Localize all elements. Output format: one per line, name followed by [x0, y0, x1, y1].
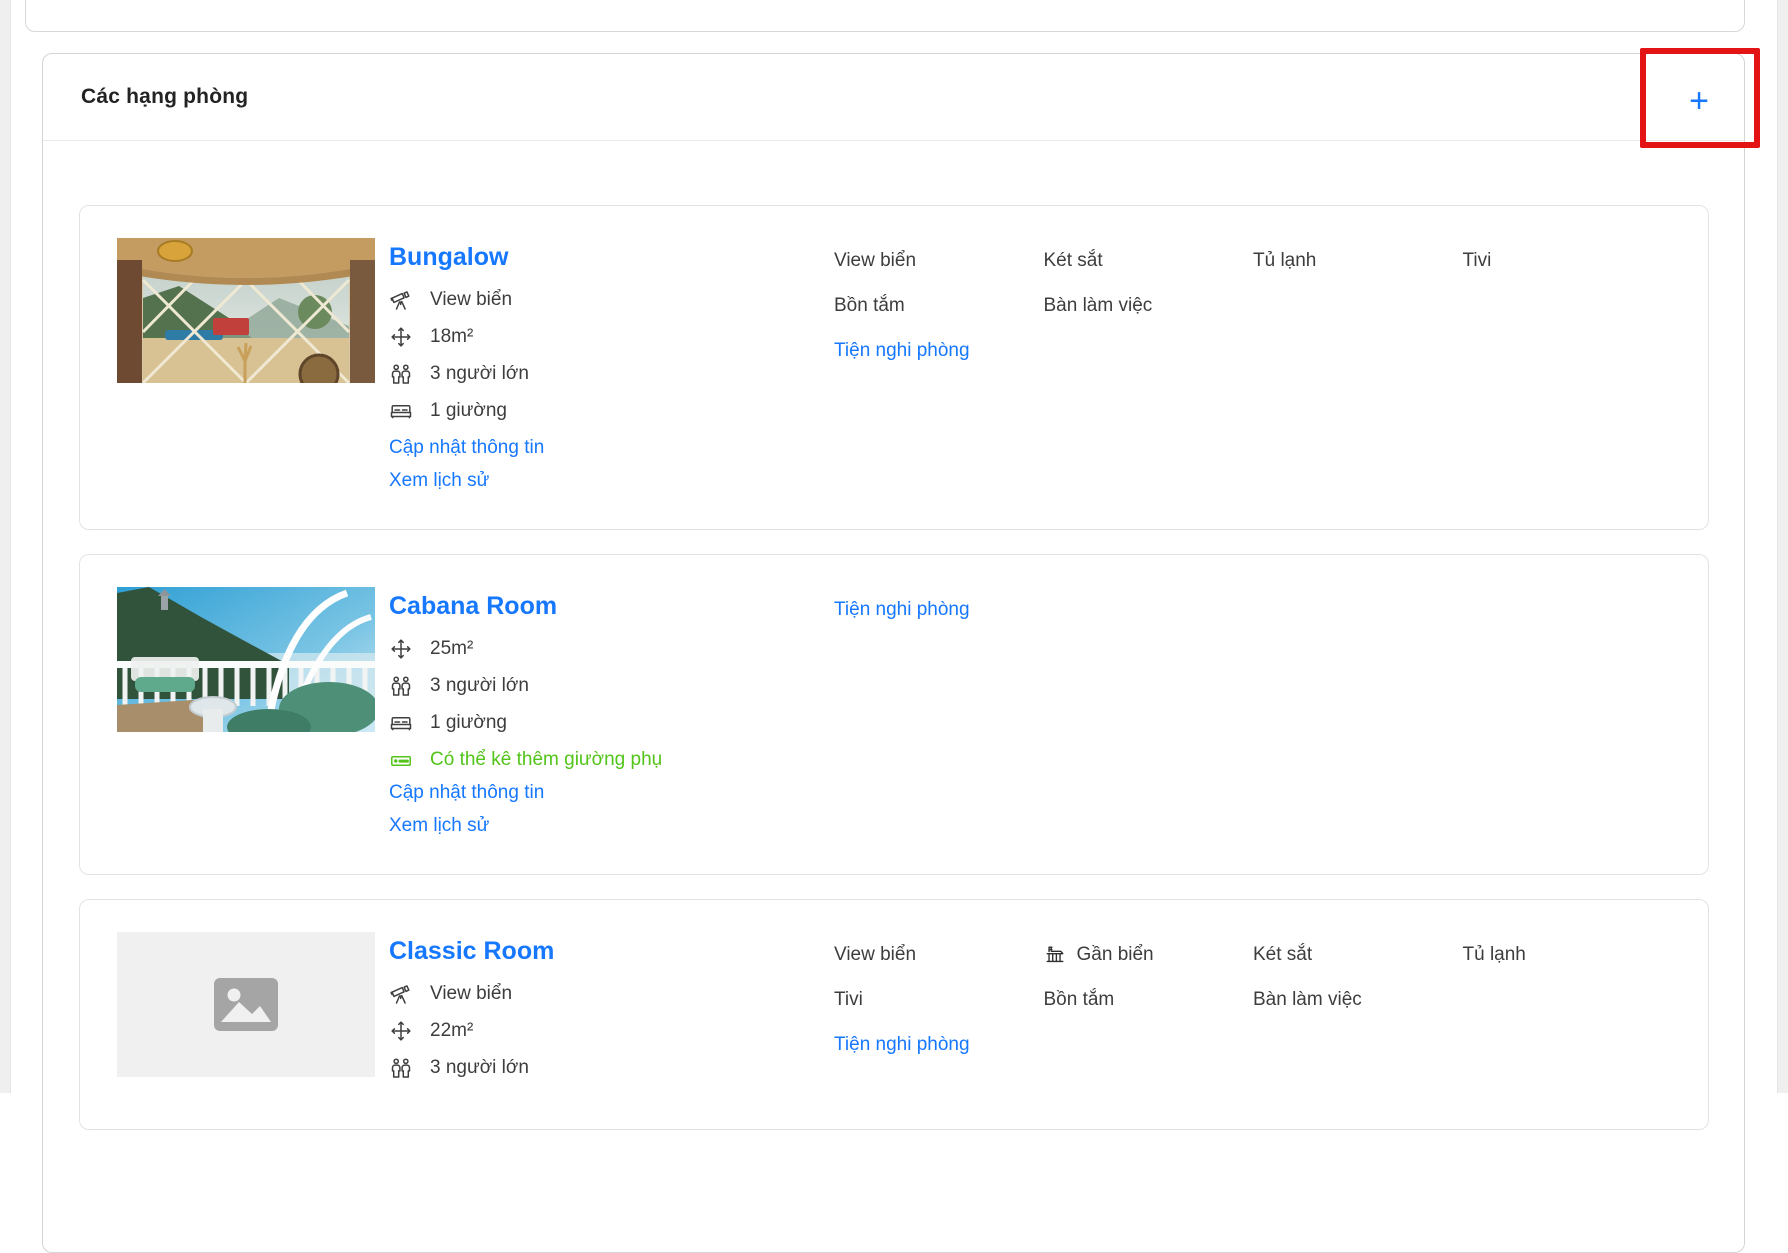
extra-bed-note: Có thể kê thêm giường phụ	[389, 748, 834, 772]
amenities-grid: View biển Két sắt Tủ lạnh Tivi Bồn tắm B…	[834, 238, 1672, 364]
room-card-cabana: Cabana Room 25m² 3 người lớn 1 giường Có…	[79, 554, 1709, 875]
room-feature-size: 25m²	[389, 637, 834, 661]
room-feature-view: View biển	[389, 982, 834, 1006]
room-amenities-link[interactable]: Tiện nghi phòng	[834, 338, 970, 364]
amenity-item: Bồn tắm	[1043, 989, 1115, 1010]
beach-icon	[1044, 944, 1068, 966]
extra-bed-label: Có thể kê thêm giường phụ	[430, 749, 663, 770]
room-card-bungalow: Bungalow View biển 18m² 3 người lớn 1 gi…	[79, 205, 1709, 530]
people-icon	[389, 1056, 415, 1080]
view-history-link[interactable]: Xem lịch sử	[389, 469, 489, 493]
bungalow-room-photo	[117, 238, 375, 383]
room-card-classic: Classic Room View biển 22m² 3 người lớn …	[79, 899, 1709, 1130]
amenities-grid: View biển Gần biển Két sắt Tủ lạnh Tivi …	[834, 932, 1672, 1058]
panel-header: Các hạng phòng +	[43, 54, 1744, 141]
amenity-item: View biển	[834, 250, 917, 271]
amenity-item: Gần biển	[1044, 942, 1254, 968]
room-name-link[interactable]: Classic Room	[389, 936, 554, 966]
feature-label: 3 người lớn	[430, 675, 529, 696]
amenity-item: Tủ lạnh	[1462, 944, 1526, 965]
room-feature-size: 18m²	[389, 325, 834, 349]
resize-icon	[389, 325, 415, 349]
telescope-icon	[389, 982, 415, 1006]
add-room-type-button[interactable]: +	[1677, 79, 1721, 123]
amenity-item: Bồn tắm	[834, 295, 905, 316]
room-feature-size: 22m²	[389, 1019, 834, 1043]
feature-label: 3 người lớn	[430, 363, 529, 384]
room-types-panel: Các hạng phòng + Bungalow View biển 18m²…	[42, 53, 1745, 1253]
update-info-link[interactable]: Cập nhật thông tin	[389, 436, 544, 460]
room-feature-capacity: 3 người lớn	[389, 1056, 834, 1080]
resize-icon	[389, 637, 415, 661]
room-feature-capacity: 3 người lớn	[389, 674, 834, 698]
feature-label: View biển	[430, 289, 513, 310]
extra-bed-icon	[389, 748, 415, 772]
feature-label: 3 người lớn	[430, 1057, 529, 1078]
plus-icon: +	[1689, 82, 1709, 120]
room-amenities-link[interactable]: Tiện nghi phòng	[834, 597, 970, 623]
amenity-item: View biển	[834, 944, 917, 965]
feature-label: View biển	[430, 983, 513, 1004]
amenity-item: Két sắt	[1253, 944, 1313, 965]
amenity-item: Bàn làm việc	[1253, 989, 1362, 1010]
feature-label: 1 giường	[430, 400, 507, 421]
previous-section-card-bottom	[25, 0, 1745, 32]
update-info-link[interactable]: Cập nhật thông tin	[389, 781, 544, 805]
amenity-item: Két sắt	[1043, 250, 1103, 271]
amenity-item: Tủ lạnh	[1253, 250, 1317, 271]
room-name-link[interactable]: Cabana Room	[389, 591, 557, 621]
no-image-placeholder	[117, 932, 375, 1077]
feature-label: 22m²	[430, 1020, 474, 1041]
amenity-item: Tivi	[834, 989, 863, 1010]
bed-icon	[389, 711, 415, 735]
room-name-link[interactable]: Bungalow	[389, 242, 508, 272]
feature-label: 18m²	[430, 326, 474, 347]
room-feature-view: View biển	[389, 288, 834, 312]
cabana-room-photo	[117, 587, 375, 732]
page-left-gutter	[0, 0, 11, 1093]
bed-icon	[389, 399, 415, 423]
page-scrollbar-gutter[interactable]	[1777, 0, 1788, 1093]
room-feature-beds: 1 giường	[389, 711, 834, 735]
telescope-icon	[389, 288, 415, 312]
people-icon	[389, 362, 415, 386]
room-amenities-link[interactable]: Tiện nghi phòng	[834, 1032, 970, 1058]
amenity-item: Bàn làm việc	[1043, 295, 1153, 316]
amenity-item: Tivi	[1462, 250, 1492, 271]
feature-label: 1 giường	[430, 712, 507, 733]
section-title: Các hạng phòng	[81, 85, 249, 108]
resize-icon	[389, 1019, 415, 1043]
room-feature-beds: 1 giường	[389, 399, 834, 423]
room-feature-capacity: 3 người lớn	[389, 362, 834, 386]
image-placeholder-icon	[214, 978, 278, 1031]
amenities-grid: Tiện nghi phòng	[834, 587, 1672, 623]
room-type-list: Bungalow View biển 18m² 3 người lớn 1 gi…	[43, 141, 1744, 1194]
people-icon	[389, 674, 415, 698]
feature-label: 25m²	[430, 638, 474, 659]
view-history-link[interactable]: Xem lịch sử	[389, 814, 489, 838]
